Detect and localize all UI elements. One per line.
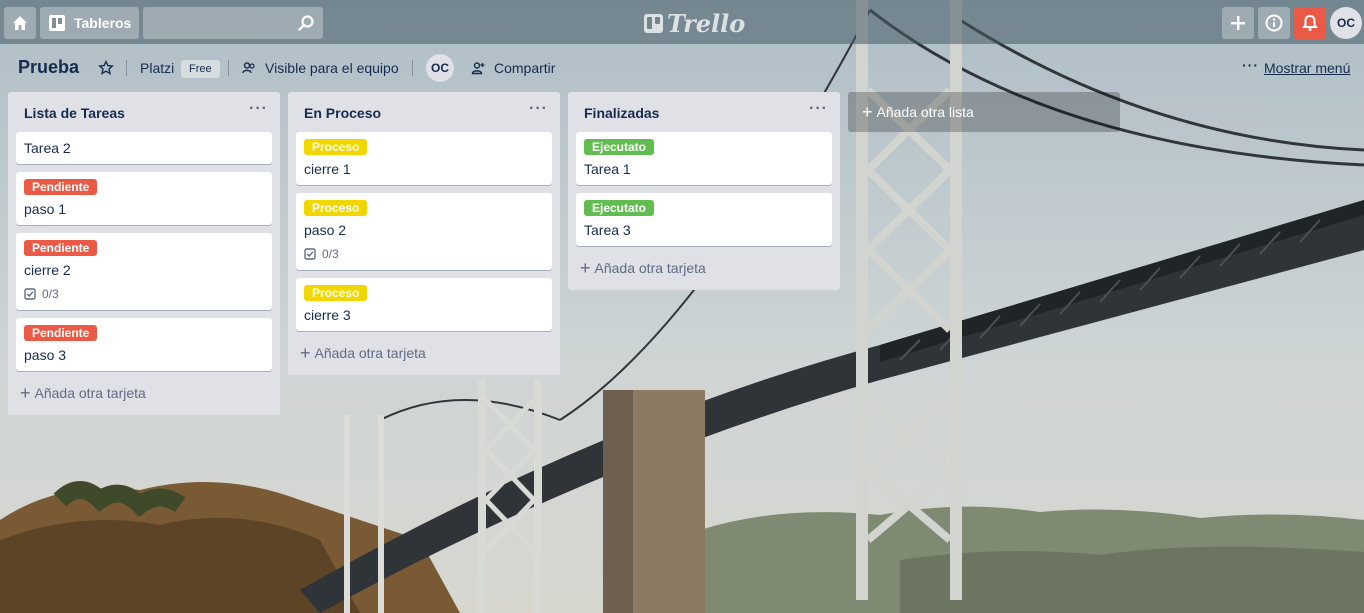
add-card-label: Añada otra tarjeta	[594, 260, 706, 276]
card-label: Ejecutato	[584, 200, 655, 216]
card[interactable]: Pendiente cierre 2 0/3	[16, 233, 272, 310]
card-title: paso 2	[304, 222, 347, 238]
card-title: cierre 1	[304, 161, 351, 177]
card[interactable]: Ejecutato Tarea 1	[576, 132, 832, 185]
card[interactable]: Proceso cierre 3	[296, 278, 552, 331]
add-list-button[interactable]: + Añada otra lista	[848, 92, 1120, 132]
checklist-badge: 0/3	[24, 284, 264, 304]
checklist-icon	[304, 248, 316, 260]
top-navbar: Tableros Trello OC	[0, 0, 1364, 44]
list-header: En Proceso ···	[296, 92, 552, 132]
notifications-button[interactable]	[1294, 7, 1326, 39]
trello-logo-icon	[644, 13, 663, 33]
visibility-button[interactable]: Visible para el equipo	[265, 60, 399, 76]
list-header: Lista de Tareas ···	[16, 92, 272, 132]
add-list-label: Añada otra lista	[876, 104, 974, 120]
list-en-proceso: En Proceso ··· Proceso cierre 1 Proceso …	[288, 92, 560, 375]
card[interactable]: Proceso paso 2 0/3	[296, 193, 552, 270]
team-name[interactable]: Platzi	[140, 60, 174, 76]
star-icon[interactable]	[98, 60, 114, 76]
add-card-label: Añada otra tarjeta	[314, 345, 426, 361]
boards-button[interactable]: Tableros	[40, 7, 139, 39]
card-label: Pendiente	[24, 179, 98, 195]
checklist-icon	[24, 288, 36, 300]
list-menu-icon[interactable]: ···	[249, 100, 268, 118]
share-button[interactable]: Compartir	[494, 60, 555, 76]
boards-label: Tableros	[74, 15, 132, 31]
trello-logo[interactable]: Trello	[644, 8, 746, 38]
card-label: Proceso	[304, 139, 368, 155]
search-input[interactable]	[143, 7, 323, 39]
board-title[interactable]: Prueba	[18, 57, 79, 78]
menu-dots-icon[interactable]: ···	[1242, 57, 1259, 73]
checklist-count: 0/3	[42, 287, 59, 301]
card-label: Pendiente	[24, 325, 98, 341]
card[interactable]: Tarea 2	[16, 132, 272, 164]
checklist-count: 0/3	[322, 247, 339, 261]
card[interactable]: Pendiente paso 1	[16, 172, 272, 225]
home-button[interactable]	[4, 7, 36, 39]
card-title: Tarea 3	[584, 222, 631, 238]
add-card-button[interactable]: + Añada otra tarjeta	[576, 254, 832, 282]
card-title: Tarea 2	[24, 140, 71, 156]
list-header: Finalizadas ···	[576, 92, 832, 132]
user-avatar[interactable]: OC	[1330, 7, 1362, 39]
board-header: Prueba Platzi Free Visible para el equip…	[0, 44, 1364, 92]
card-label: Pendiente	[24, 240, 98, 256]
show-menu-button[interactable]: Mostrar menú	[1264, 60, 1350, 76]
info-icon	[1265, 14, 1283, 32]
header-divider	[412, 60, 413, 76]
card-label: Proceso	[304, 200, 368, 216]
card-title: Tarea 1	[584, 161, 631, 177]
card[interactable]: Ejecutato Tarea 3	[576, 193, 832, 246]
checklist-badge: 0/3	[304, 244, 544, 264]
card-label: Proceso	[304, 285, 368, 301]
home-icon	[13, 16, 27, 30]
plus-icon: +	[580, 258, 591, 278]
list-finalizadas: Finalizadas ··· Ejecutato Tarea 1 Ejecut…	[568, 92, 840, 290]
list-title[interactable]: Finalizadas	[584, 105, 659, 121]
card-title: cierre 3	[304, 307, 351, 323]
member-avatar[interactable]: OC	[426, 54, 454, 82]
add-member-icon	[471, 62, 485, 75]
card-title: cierre 2	[24, 262, 71, 278]
list-lista-de-tareas: Lista de Tareas ··· Tarea 2 Pendiente pa…	[8, 92, 280, 415]
list-title[interactable]: Lista de Tareas	[24, 105, 125, 121]
card-title: paso 1	[24, 201, 67, 217]
card-title: paso 3	[24, 347, 67, 363]
plus-icon: +	[862, 101, 873, 122]
card-label: Ejecutato	[584, 139, 655, 155]
header-divider	[228, 60, 229, 76]
plus-icon: +	[300, 343, 311, 363]
logo-text: Trello	[667, 8, 746, 38]
create-button[interactable]	[1222, 7, 1254, 39]
add-card-label: Añada otra tarjeta	[34, 385, 146, 401]
plus-icon: +	[20, 383, 31, 403]
list-title[interactable]: En Proceso	[304, 105, 381, 121]
search-icon[interactable]	[297, 14, 315, 32]
add-card-button[interactable]: + Añada otra tarjeta	[16, 379, 272, 407]
list-menu-icon[interactable]: ···	[809, 100, 828, 118]
card[interactable]: Proceso cierre 1	[296, 132, 552, 185]
bell-icon	[1302, 14, 1318, 31]
add-card-button[interactable]: + Añada otra tarjeta	[296, 339, 552, 367]
info-button[interactable]	[1258, 7, 1290, 39]
boards-icon	[49, 15, 65, 31]
team-visibility-icon	[242, 62, 255, 74]
header-divider	[126, 60, 127, 76]
list-menu-icon[interactable]: ···	[529, 100, 548, 118]
plan-badge: Free	[181, 60, 220, 78]
card[interactable]: Pendiente paso 3	[16, 318, 272, 371]
plus-icon	[1231, 16, 1245, 30]
